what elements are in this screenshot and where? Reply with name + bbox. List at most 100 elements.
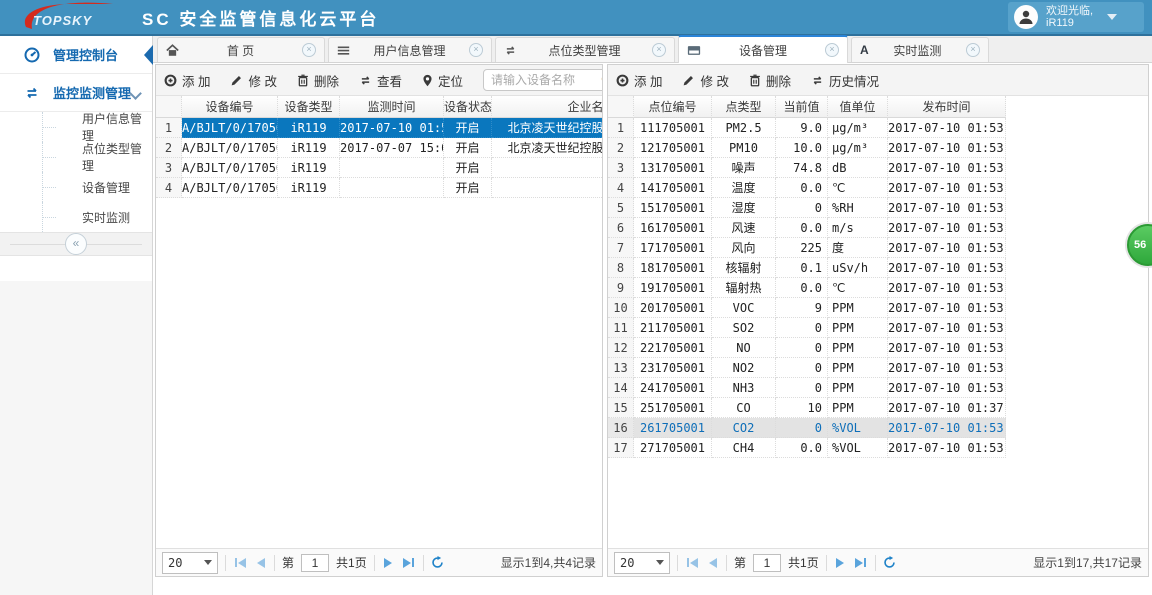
edit-button[interactable]: 修 改 xyxy=(230,71,277,90)
tab-user-info[interactable]: 用户信息管理 × xyxy=(328,37,492,62)
table-row[interactable]: 12221705001NO0PPM2017-07-10 01:53:21 xyxy=(608,338,1148,358)
table-row[interactable]: 5151705001湿度0%RH2017-07-10 01:53:22 xyxy=(608,198,1148,218)
avatar xyxy=(1014,5,1038,29)
search-input[interactable] xyxy=(489,72,598,88)
next-page-button[interactable] xyxy=(382,557,394,568)
tab-point-type[interactable]: 点位类型管理 × xyxy=(495,37,675,62)
table-header-cell[interactable]: 企业名称 xyxy=(492,96,602,118)
table-row[interactable]: 7171705001风向225度2017-07-10 01:53:21 xyxy=(608,238,1148,258)
tab-realtime[interactable]: A 实时监测 × xyxy=(851,37,989,62)
tab-device-mgmt[interactable]: 设备管理 × xyxy=(678,35,848,63)
page-size-select[interactable]: 20 xyxy=(614,551,670,574)
table-row[interactable]: 9191705001辐射热0.0℃2017-07-10 01:53:21 xyxy=(608,278,1148,298)
table-row[interactable]: 11211705001SO20PPM2017-07-10 01:53:22 xyxy=(608,318,1148,338)
first-page-button[interactable] xyxy=(233,557,248,568)
cell: 北京凌天世纪控股股份有限公司 xyxy=(492,118,602,138)
cell xyxy=(492,158,602,178)
cell: NO2 xyxy=(712,358,776,378)
table-row[interactable]: 3131705001噪声74.8dB2017-07-10 01:53:22 xyxy=(608,158,1148,178)
device-toolbar: 添 加 修 改 删除 查看 定位 xyxy=(156,65,602,96)
cell: 74.8 xyxy=(776,158,828,178)
refresh-icon[interactable] xyxy=(883,556,896,569)
close-icon[interactable]: × xyxy=(302,43,316,57)
tab-home[interactable]: 首 页 × xyxy=(157,37,325,62)
delete-button[interactable]: 删除 xyxy=(297,71,339,90)
table-header-cell[interactable]: 监测时间 xyxy=(340,96,444,118)
add-button[interactable]: 添 加 xyxy=(164,71,210,90)
first-page-button[interactable] xyxy=(685,557,700,568)
table-row[interactable]: 13231705001NO20PPM2017-07-10 01:53:22 xyxy=(608,358,1148,378)
sidebar-item-monitor-mgmt[interactable]: 监控监测管理 xyxy=(0,74,152,112)
search-icon[interactable] xyxy=(601,74,603,86)
view-button[interactable]: 查看 xyxy=(359,71,402,90)
table-row[interactable]: 14241705001NH30PPM2017-07-10 01:53:21 xyxy=(608,378,1148,398)
cell: 121705001 xyxy=(634,138,712,158)
add-button[interactable]: 添 加 xyxy=(616,71,662,90)
table-header-cell[interactable]: 点类型 xyxy=(712,96,776,118)
prev-page-button[interactable] xyxy=(707,557,719,568)
row-number-cell: 17 xyxy=(608,438,634,458)
table-row[interactable]: 4A/BJLT/0/1705004iR119 开启 xyxy=(156,178,602,198)
close-icon[interactable]: × xyxy=(469,43,483,57)
table-row[interactable]: 1111705001PM2.59.0μg/m³2017-07-10 01:53:… xyxy=(608,118,1148,138)
sidebar-item-console[interactable]: 管理控制台 xyxy=(0,36,152,74)
table-header-cell[interactable]: 当前值 xyxy=(776,96,828,118)
table-row[interactable]: 1A/BJLT/0/1705001iR1192017-07-10 01:53:2… xyxy=(156,118,602,138)
table-header-cell[interactable]: 点位编号 xyxy=(634,96,712,118)
edit-button[interactable]: 修 改 xyxy=(682,71,729,90)
refresh-icon[interactable] xyxy=(431,556,444,569)
cell: 181705001 xyxy=(634,258,712,278)
cell: CO2 xyxy=(712,418,776,438)
cell: 开启 xyxy=(444,178,492,198)
table-header-cell[interactable]: 设备状态 xyxy=(444,96,492,118)
device-icon xyxy=(687,44,701,57)
cycle-icon xyxy=(504,44,517,57)
sidebar-item-realtime[interactable]: 实时监测 xyxy=(0,202,152,232)
table-row[interactable]: 8181705001核辐射0.1uSv/h2017-07-10 01:53:21 xyxy=(608,258,1148,278)
next-page-button[interactable] xyxy=(834,557,846,568)
cell: A/BJLT/0/1705003 xyxy=(182,158,278,178)
table-row[interactable]: 6161705001风速0.0m/s2017-07-10 01:53:21 xyxy=(608,218,1148,238)
cell: 221705001 xyxy=(634,338,712,358)
table-header-cell[interactable]: 值单位 xyxy=(828,96,888,118)
table-row[interactable]: 17271705001CH40.0%VOL2017-07-10 01:53:21 xyxy=(608,438,1148,458)
close-icon[interactable]: × xyxy=(966,43,980,57)
table-row[interactable]: 3A/BJLT/0/1705003iR119 开启 xyxy=(156,158,602,178)
sidebar-item-label: 管理控制台 xyxy=(53,48,119,63)
table-row[interactable]: 4141705001温度0.0℃2017-07-10 01:53:22 xyxy=(608,178,1148,198)
delete-button[interactable]: 删除 xyxy=(749,71,791,90)
cell: 2017-07-10 01:53:22 xyxy=(888,358,1006,378)
close-icon[interactable]: × xyxy=(652,43,666,57)
page-size-select[interactable]: 20 xyxy=(162,551,218,574)
cell: 9 xyxy=(776,298,828,318)
locate-button[interactable]: 定位 xyxy=(422,71,463,90)
cell: 2017-07-10 01:53:21 xyxy=(888,438,1006,458)
table-header-cell[interactable]: 发布时间 xyxy=(888,96,1006,118)
page-number-input[interactable] xyxy=(301,553,330,572)
collapse-button[interactable]: « xyxy=(65,233,87,255)
sidebar-item-point-type[interactable]: 点位类型管理 xyxy=(0,142,152,173)
cell: 2017-07-10 01:53:21 xyxy=(888,218,1006,238)
last-page-button[interactable] xyxy=(853,557,868,568)
close-icon[interactable]: × xyxy=(825,43,839,57)
welcome-text: 欢迎光临, xyxy=(1046,5,1094,17)
logo-text: TOPSKY xyxy=(33,13,93,28)
cell: 0 xyxy=(776,318,828,338)
table-row[interactable]: 10201705001VOC9PPM2017-07-10 01:53:22 xyxy=(608,298,1148,318)
table-header-cell[interactable]: 设备编号 xyxy=(182,96,278,118)
page-number-input[interactable] xyxy=(753,553,782,572)
cell: 度 xyxy=(828,238,888,258)
history-button[interactable]: 历史情况 xyxy=(811,71,879,90)
cell: 2017-07-10 01:53:21 xyxy=(888,238,1006,258)
table-header-cell[interactable]: 设备类型 xyxy=(278,96,340,118)
last-page-button[interactable] xyxy=(401,557,416,568)
prev-page-button[interactable] xyxy=(255,557,267,568)
table-row[interactable]: 15251705001CO10PPM2017-07-10 01:37:01 xyxy=(608,398,1148,418)
sidebar-item-user-info[interactable]: 用户信息管理 xyxy=(0,112,152,143)
user-menu[interactable]: 欢迎光临, iR119 xyxy=(1008,2,1144,32)
table-row[interactable]: 2121705001PM1010.0μg/m³2017-07-10 01:53:… xyxy=(608,138,1148,158)
sidebar-collapse-handle[interactable] xyxy=(144,45,153,65)
table-row[interactable]: 16261705001CO20%VOL2017-07-10 01:53:22 xyxy=(608,418,1148,438)
sidebar-item-device-mgmt[interactable]: 设备管理 xyxy=(0,172,152,202)
table-row[interactable]: 2A/BJLT/0/1705002iR1192017-07-07 15:03:0… xyxy=(156,138,602,158)
